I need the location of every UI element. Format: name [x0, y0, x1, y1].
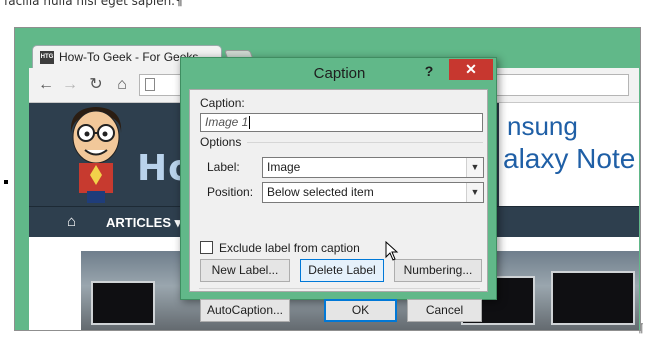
- mouse-pointer-icon: [385, 241, 399, 261]
- position-dropdown-value: Below selected item: [267, 185, 374, 199]
- label-dropdown-value: Image: [267, 160, 301, 174]
- exclude-label-checkbox[interactable]: [200, 241, 213, 254]
- monitor-shape: [91, 281, 155, 325]
- nav-articles-menu[interactable]: ARTICLES ▾: [106, 215, 181, 231]
- home-icon[interactable]: ⌂: [113, 76, 131, 94]
- new-label-button[interactable]: New Label...: [200, 259, 290, 282]
- chevron-down-icon[interactable]: ▼: [466, 183, 483, 202]
- autocaption-button[interactable]: AutoCaption...: [200, 299, 290, 322]
- ok-button[interactable]: OK: [324, 299, 397, 322]
- site-home-icon[interactable]: ⌂: [67, 213, 76, 230]
- ad-banner: nsung alaxy Note: [499, 103, 639, 206]
- bullet-marker: [4, 180, 8, 184]
- favicon-icon: HTG: [40, 51, 54, 64]
- monitor-shape: [551, 271, 635, 325]
- position-field-label: Position:: [207, 185, 254, 199]
- ad-text-line-1: nsung: [507, 111, 578, 141]
- label-field-label: Label:: [207, 160, 240, 174]
- ad-text-line-2: alaxy Note: [503, 143, 636, 174]
- forward-arrow-icon[interactable]: →: [61, 76, 79, 94]
- page-icon: [145, 78, 155, 91]
- exclude-label-text[interactable]: Exclude label from caption: [219, 241, 360, 255]
- options-group-label: Options: [200, 135, 242, 149]
- delete-label-button[interactable]: Delete Label: [300, 259, 384, 282]
- geek-mascot-icon: [70, 107, 122, 203]
- chevron-down-icon[interactable]: ▼: [466, 158, 483, 177]
- caption-input-value: Image 1: [205, 115, 249, 129]
- cancel-button[interactable]: Cancel: [407, 299, 482, 322]
- reload-icon[interactable]: ↻: [87, 76, 105, 94]
- caption-dialog: Caption ? ✕ Caption: Image 1 Options Lab…: [180, 57, 497, 322]
- close-button[interactable]: ✕: [449, 59, 493, 80]
- label-dropdown[interactable]: Image ▼: [262, 157, 484, 178]
- button-divider: [199, 288, 480, 289]
- numbering-button[interactable]: Numbering...: [394, 259, 482, 282]
- text-caret: [249, 116, 251, 130]
- caption-input[interactable]: Image 1: [200, 113, 483, 132]
- options-divider: [247, 142, 483, 143]
- position-dropdown[interactable]: Below selected item ▼: [262, 182, 484, 203]
- caption-field-label: Caption:: [200, 96, 245, 110]
- document-text: facilia nulla nisi eget sapien.¶: [4, 0, 183, 8]
- dialog-body: Caption: Image 1 Options Label: Image ▼ …: [189, 89, 488, 322]
- help-button[interactable]: ?: [419, 60, 439, 82]
- tab-title: How-To Geek - For Geeks: [59, 50, 199, 64]
- back-arrow-icon[interactable]: ←: [37, 76, 55, 94]
